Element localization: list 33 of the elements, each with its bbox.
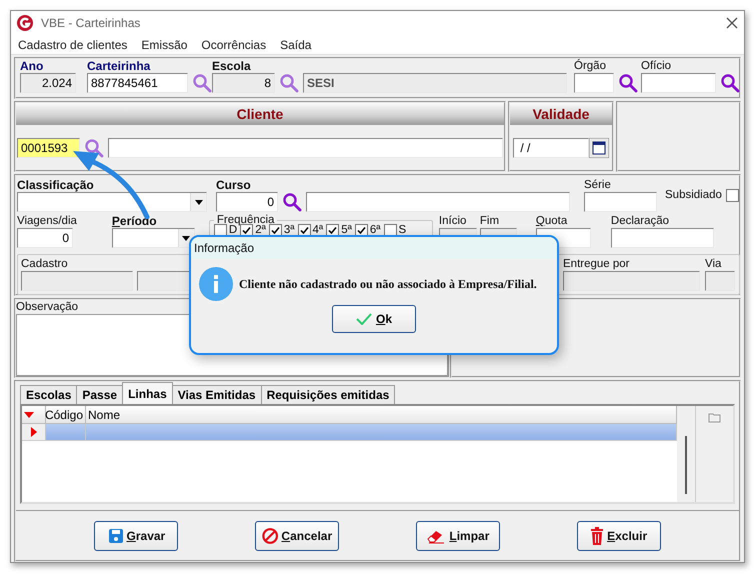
field-label: Período bbox=[112, 214, 158, 228]
field-label: 3ª bbox=[284, 223, 295, 237]
field-label: D bbox=[228, 224, 238, 237]
field-label: Classificação bbox=[17, 178, 95, 192]
column-header: Código bbox=[46, 406, 86, 423]
field-label: S bbox=[398, 223, 406, 237]
field-label: Subsidiado bbox=[665, 188, 722, 202]
field-label: Órgão bbox=[574, 59, 607, 73]
field-label: Quota bbox=[536, 214, 568, 228]
field-label: 6ª bbox=[370, 223, 380, 237]
field-label: Cadastro bbox=[21, 257, 69, 271]
field-label: 5ª bbox=[341, 223, 352, 237]
field-label: Ofício bbox=[641, 59, 672, 73]
dialog-title: Informação bbox=[191, 237, 557, 259]
field-label: Entregue por bbox=[563, 257, 630, 271]
field-label: Série bbox=[584, 178, 612, 192]
field-label: Início bbox=[438, 214, 468, 228]
section-title: Validade bbox=[532, 106, 590, 122]
group-label: Frequência bbox=[216, 214, 276, 226]
field-label: 4ª bbox=[312, 223, 324, 237]
field-label: Observação bbox=[16, 300, 78, 314]
field-label: Escola bbox=[212, 59, 252, 73]
field-label: Via bbox=[705, 257, 722, 271]
field-label: Ano bbox=[20, 59, 44, 73]
field-label: Carteirinha bbox=[87, 59, 152, 73]
field-label: Declaração bbox=[610, 214, 670, 228]
field-label: Viagens/dia bbox=[17, 214, 77, 228]
field-label: Curso bbox=[216, 178, 252, 192]
window-title: VBE - Carteirinhas bbox=[41, 16, 142, 30]
field-label: Fim bbox=[480, 214, 500, 228]
dialog-message: Cliente não cadastrado ou não associado à Empresa/Filial. bbox=[239, 276, 537, 292]
section-title: Cliente bbox=[236, 106, 284, 122]
field-label: 2ª bbox=[255, 224, 266, 237]
